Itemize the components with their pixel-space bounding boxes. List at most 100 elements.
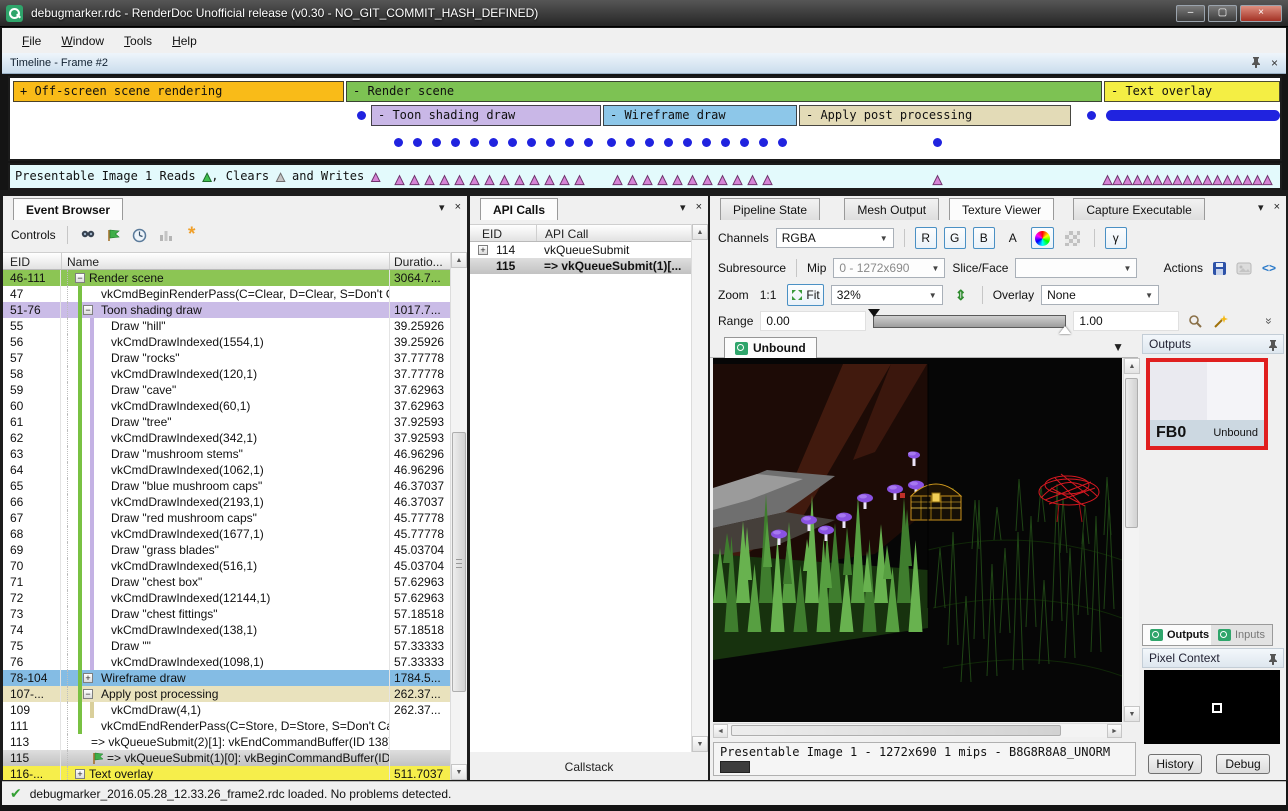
event-row[interactable]: 107-...−Apply post processing262.37...: [3, 686, 450, 702]
event-row[interactable]: 56vkCmdDrawIndexed(1554,1)39.25926: [3, 334, 450, 350]
histogram-wand-icon[interactable]: [1211, 312, 1229, 330]
range-min-handle[interactable]: [868, 309, 880, 317]
event-row[interactable]: 64vkCmdDrawIndexed(1062,1)46.96296: [3, 462, 450, 478]
channel-red-button[interactable]: R: [915, 227, 937, 249]
jump-to-marker-icon[interactable]: [105, 226, 123, 244]
texture-hscrollbar[interactable]: ◄ ►: [713, 723, 1122, 737]
panel-close-icon[interactable]: ×: [455, 201, 461, 214]
expand-icon[interactable]: +: [83, 673, 93, 683]
zoom-level-select[interactable]: 32%▼: [831, 285, 943, 305]
timeline-marker[interactable]: - Text overlay: [1104, 81, 1280, 102]
debug-button[interactable]: Debug: [1216, 754, 1270, 774]
event-row[interactable]: 55Draw "hill"39.25926: [3, 318, 450, 334]
api-call-row[interactable]: +114vkQueueSubmit: [470, 242, 691, 258]
timeline-marker[interactable]: + Off-screen scene rendering: [13, 81, 344, 102]
col-name[interactable]: Name: [61, 253, 389, 269]
tab-texture-viewer[interactable]: Texture Viewer: [949, 198, 1054, 220]
maximize-button[interactable]: ▢: [1208, 5, 1237, 22]
event-row[interactable]: 63Draw "mushroom stems"46.96296: [3, 446, 450, 462]
event-row[interactable]: 70vkCmdDrawIndexed(516,1)45.03704: [3, 558, 450, 574]
menu-file[interactable]: File: [12, 31, 51, 51]
expand-icon[interactable]: +: [478, 245, 488, 255]
texture-tab-menu-icon[interactable]: ▼: [1112, 340, 1124, 354]
event-row[interactable]: 115=> vkQueueSubmit(1)[0]: vkBeginComman…: [3, 750, 450, 766]
flip-y-button[interactable]: ⇕: [950, 284, 972, 306]
resource-usage-strip[interactable]: Presentable Image 1 Reads ▲, Clears ▲ an…: [8, 163, 1282, 190]
col-duration[interactable]: Duratio...: [389, 253, 450, 269]
event-row[interactable]: 67Draw "red mushroom caps"45.77778: [3, 510, 450, 526]
panel-close-icon[interactable]: ×: [1274, 201, 1280, 214]
tab-pipeline-state[interactable]: Pipeline State: [720, 198, 820, 220]
col-eid[interactable]: EID: [470, 225, 536, 241]
collapse-icon[interactable]: −: [75, 273, 85, 283]
channel-blue-button[interactable]: B: [973, 227, 995, 249]
timeline-canvas[interactable]: + Off-screen scene rendering- Render sce…: [8, 76, 1282, 161]
history-button[interactable]: History: [1148, 754, 1202, 774]
event-row[interactable]: 47vkCmdBeginRenderPass(C=Clear, D=Clear,…: [3, 286, 450, 302]
tab-capture-executable[interactable]: Capture Executable: [1073, 198, 1204, 220]
timeline-close-icon[interactable]: ×: [1271, 56, 1278, 70]
tab-event-browser[interactable]: Event Browser: [13, 198, 123, 220]
zoom-1to1-button[interactable]: 1:1: [756, 284, 781, 306]
mip-select[interactable]: 0 - 1272x690▼: [833, 258, 945, 278]
event-row[interactable]: 62vkCmdDrawIndexed(342,1)37.92593: [3, 430, 450, 446]
event-row[interactable]: 57Draw "rocks"37.77778: [3, 350, 450, 366]
tab-outputs[interactable]: Outputs: [1142, 624, 1217, 646]
find-event-icon[interactable]: [79, 226, 97, 244]
event-row[interactable]: 59Draw "cave"37.62963: [3, 382, 450, 398]
timeline-marker[interactable]: - Toon shading draw: [371, 105, 601, 126]
event-browser-header[interactable]: EID Name Duratio...: [3, 252, 450, 270]
range-max-handle[interactable]: [1059, 326, 1071, 334]
col-api-call[interactable]: API Call: [536, 225, 691, 241]
event-row[interactable]: 69Draw "grass blades"45.03704: [3, 542, 450, 558]
collapse-icon[interactable]: −: [83, 689, 93, 699]
pin-icon[interactable]: [1251, 56, 1261, 68]
event-row[interactable]: 68vkCmdDrawIndexed(1677,1)45.77778: [3, 526, 450, 542]
range-min-input[interactable]: 0.00: [760, 311, 866, 331]
menu-window[interactable]: Window: [51, 31, 114, 51]
event-browser-scrollbar[interactable]: ▲ ▼: [450, 252, 467, 780]
panel-menu-icon[interactable]: ▾: [1258, 201, 1264, 214]
close-button[interactable]: ×: [1240, 5, 1282, 22]
texture-vscrollbar[interactable]: ▲ ▼: [1123, 358, 1139, 722]
event-row[interactable]: 78-104+Wireframe draw1784.5...: [3, 670, 450, 686]
menu-tools[interactable]: Tools: [114, 31, 162, 51]
tab-mesh-output[interactable]: Mesh Output: [844, 198, 939, 220]
event-row[interactable]: 71Draw "chest box"57.62963: [3, 574, 450, 590]
event-row[interactable]: 72vkCmdDrawIndexed(12144,1)57.62963: [3, 590, 450, 606]
tab-unbound-texture[interactable]: Unbound: [724, 337, 817, 358]
autofit-range-icon[interactable]: [1186, 312, 1204, 330]
event-row[interactable]: 60vkCmdDrawIndexed(60,1)37.62963: [3, 398, 450, 414]
range-max-input[interactable]: 1.00: [1073, 311, 1179, 331]
menu-help[interactable]: Help: [162, 31, 207, 51]
event-row[interactable]: 51-76−Toon shading draw1017.7...: [3, 302, 450, 318]
pixel-context-preview[interactable]: [1144, 670, 1280, 744]
pin-icon[interactable]: [1268, 339, 1278, 351]
bookmark-icon[interactable]: *: [183, 226, 201, 244]
event-row[interactable]: 113=> vkQueueSubmit(2)[1]: vkEndCommandB…: [3, 734, 450, 750]
event-row[interactable]: 116-...+Text overlay511.7037: [3, 766, 450, 780]
event-row[interactable]: 109vkCmdDraw(4,1)262.37...: [3, 702, 450, 718]
save-texture-icon[interactable]: [1210, 259, 1228, 277]
timeline-marker[interactable]: - Render scene: [346, 81, 1102, 102]
event-row[interactable]: 73Draw "chest fittings"57.18518: [3, 606, 450, 622]
timeline-marker[interactable]: - Wireframe draw: [603, 105, 797, 126]
col-eid[interactable]: EID: [3, 253, 61, 269]
event-row[interactable]: 76vkCmdDrawIndexed(1098,1)57.33333: [3, 654, 450, 670]
channels-select[interactable]: RGBA▼: [776, 228, 894, 248]
overlay-select[interactable]: None▼: [1041, 285, 1159, 305]
collapse-icon[interactable]: −: [83, 305, 93, 315]
texture-image[interactable]: [713, 358, 1122, 722]
gamma-button[interactable]: γ: [1105, 227, 1127, 249]
minimize-button[interactable]: –: [1176, 5, 1205, 22]
goto-resource-icon[interactable]: <>: [1260, 259, 1278, 277]
range-slider[interactable]: [873, 315, 1066, 328]
output-fb0-thumbnail[interactable]: FB0 Unbound: [1146, 358, 1268, 450]
event-row[interactable]: 75Draw ""57.33333: [3, 638, 450, 654]
event-row[interactable]: 61Draw "tree"37.92593: [3, 414, 450, 430]
api-call-row[interactable]: 115=> vkQueueSubmit(1)[...: [470, 258, 691, 274]
panel-menu-icon[interactable]: ▾: [680, 201, 686, 214]
event-row[interactable]: 46-111−Render scene3064.7...: [3, 270, 450, 286]
api-calls-scrollbar[interactable]: ▲ ▼: [691, 224, 708, 752]
colorwheel-button[interactable]: [1031, 227, 1054, 249]
